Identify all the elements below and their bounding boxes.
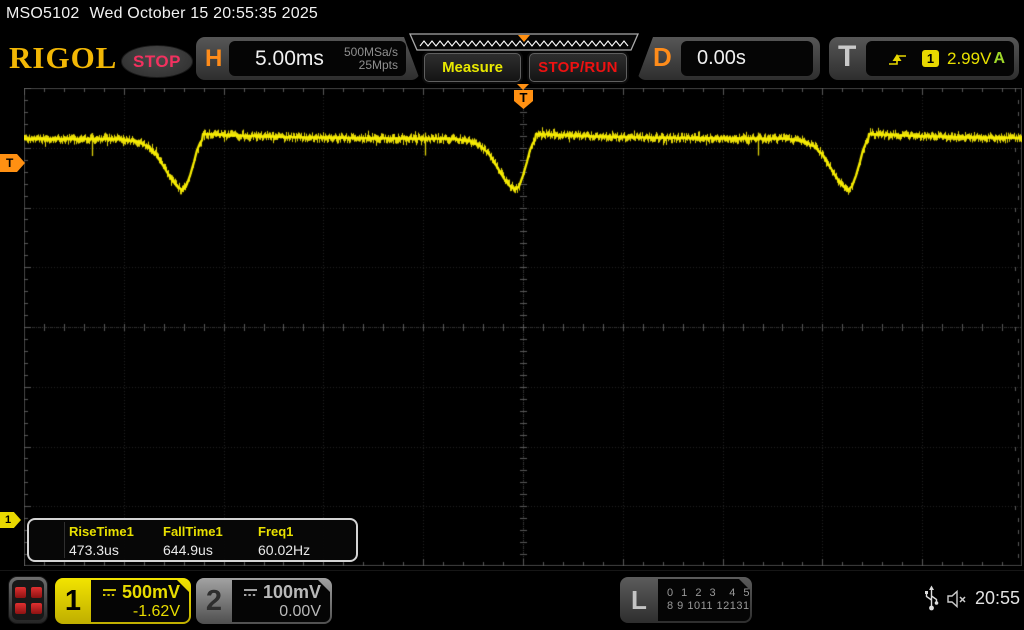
- datetime-text: Wed October 15 20:55:35 2025: [89, 5, 319, 22]
- trigger-level-value: 2.99V: [947, 48, 992, 68]
- dc-coupling-icon: [101, 587, 118, 598]
- run-state-badge[interactable]: STOP: [121, 45, 193, 78]
- trigger-block[interactable]: T 1 2.99V A: [829, 37, 1019, 80]
- memory-depth: 25Mpts: [358, 57, 398, 72]
- measurement-value: 473.3us: [69, 542, 119, 558]
- acquisition-info: 500MSa/s 25Mpts: [344, 46, 398, 72]
- horizontal-timebase-block[interactable]: H 5.00ms 500MSa/s 25Mpts: [196, 37, 420, 80]
- channel2-offset: 0.00V: [279, 602, 321, 620]
- waveform-display[interactable]: [24, 88, 1022, 566]
- dc-coupling-icon: [242, 587, 259, 598]
- bottom-bar: 1 500mV -1.62V 2 100mV 0.00V L 0 1 2 3 4…: [0, 570, 1024, 630]
- horizontal-label: H: [205, 45, 223, 72]
- rising-edge-icon: [889, 53, 906, 65]
- measurement-value: 60.02Hz: [258, 542, 311, 558]
- delay-value: 0.00s: [697, 47, 746, 69]
- measurement-label: Freq1: [258, 524, 294, 539]
- trigger-level-marker[interactable]: T: [0, 154, 25, 172]
- measure-button[interactable]: Measure: [424, 53, 521, 82]
- popup-divider: [64, 522, 65, 558]
- channel1-status-block[interactable]: 1 500mV -1.62V: [55, 578, 191, 624]
- channel1-zero-marker[interactable]: 1: [0, 512, 21, 528]
- sound-muted-icon: [947, 589, 966, 608]
- channel2-status-block[interactable]: 2 100mV 0.00V: [196, 578, 332, 624]
- logic-channels-row1: 0 1 2 3 4 5 6 7: [667, 587, 781, 599]
- channel2-scale: 100mV: [262, 581, 321, 602]
- memory-position-bar[interactable]: [408, 33, 640, 53]
- timebase-value: 5.00ms: [255, 46, 324, 70]
- channel1-scale: 500mV: [121, 581, 180, 602]
- logic-analyzer-label: L: [631, 584, 647, 615]
- trigger-position-pointer-tip: [517, 84, 529, 90]
- stop-run-button[interactable]: STOP/RUN: [529, 53, 627, 82]
- oscilloscope-screen: MSO5102 Wed October 15 20:55:35 2025 RIGO…: [0, 0, 1024, 630]
- sample-rate: 500MSa/s: [343, 44, 398, 59]
- measurement-label: FallTime1: [163, 524, 223, 539]
- usb-icon: [924, 585, 939, 611]
- channel1-number: 1: [64, 584, 82, 617]
- logic-channels-row2: 8 9 1011 12131415: [667, 600, 770, 612]
- trigger-sweep-mode: A: [993, 49, 1005, 67]
- system-tray: 20:55: [924, 585, 1020, 612]
- delay-block[interactable]: D 0.00s: [637, 37, 820, 80]
- grid-menu-icon: [12, 580, 44, 620]
- model-name: MSO5102: [6, 5, 80, 22]
- channel1-offset: -1.62V: [132, 602, 180, 620]
- measurement-label: RiseTime1: [69, 524, 134, 539]
- status-bar: MSO5102 Wed October 15 20:55:35 2025: [6, 5, 318, 23]
- trigger-source-badge: 1: [922, 50, 939, 67]
- logic-analyzer-block[interactable]: L 0 1 2 3 4 5 6 7 8 9 1011 12131415: [620, 577, 752, 623]
- trigger-label: T: [838, 40, 857, 73]
- channel2-number: 2: [205, 584, 223, 617]
- delay-label: D: [653, 42, 672, 72]
- quick-menu-button[interactable]: [8, 576, 48, 624]
- measurement-results-popup[interactable]: RiseTime1 473.3us FallTime1 644.9us Freq…: [27, 518, 358, 562]
- clock-text: 20:55: [974, 588, 1020, 608]
- rigol-logo: RIGOL: [9, 40, 118, 75]
- measurement-value: 644.9us: [163, 542, 213, 558]
